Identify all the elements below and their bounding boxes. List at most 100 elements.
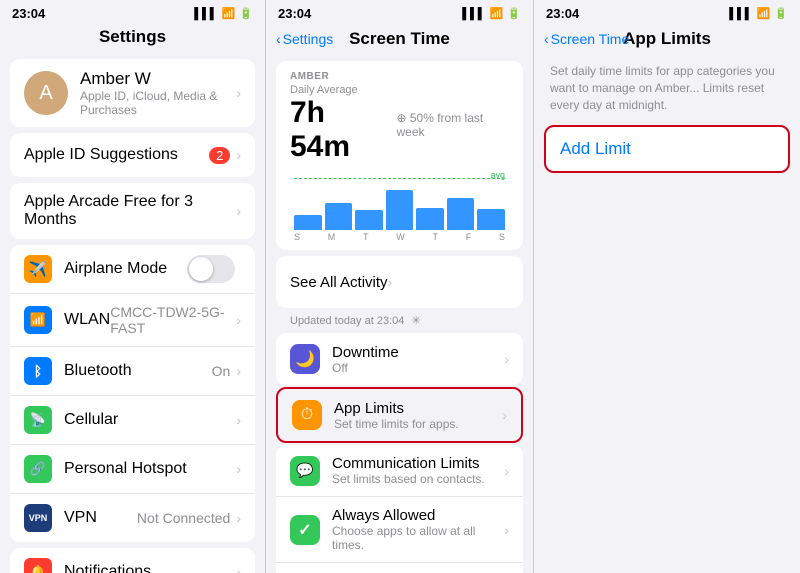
- apple-id-suggestions-label: Apple ID Suggestions: [24, 146, 209, 164]
- middle-panel: 23:04 ▌▌▌ 📶 🔋 ‹ Settings Screen Time AMB…: [266, 0, 534, 573]
- app-limits-chevron: ›: [502, 407, 507, 423]
- vpn-row[interactable]: VPN VPN Not Connected ›: [10, 494, 255, 542]
- app-limits-icon: ⏱: [292, 400, 322, 430]
- mid-battery-icon: 🔋: [507, 7, 521, 20]
- airplane-mode-row[interactable]: ✈️ Airplane Mode: [10, 245, 255, 294]
- chart-bar-t2: [416, 208, 444, 231]
- communication-chevron: ›: [504, 463, 509, 479]
- always-allowed-row[interactable]: ✓ Always Allowed Choose apps to allow at…: [276, 497, 523, 563]
- right-time: 23:04: [546, 6, 579, 21]
- updated-text: Updated today at 23:04: [290, 315, 404, 327]
- avatar: A: [24, 71, 68, 115]
- wlan-icon: 📶: [24, 306, 52, 334]
- back-label: Settings: [283, 31, 334, 47]
- airplane-icon: ✈️: [24, 255, 52, 283]
- downtime-row[interactable]: 🌙 Downtime Off ›: [276, 333, 523, 385]
- wlan-chevron: ›: [236, 312, 241, 328]
- screen-time-summary: AMBER Daily Average 7h 54m ⊕ 50% from la…: [276, 61, 523, 250]
- right-nav-back[interactable]: ‹ Screen Time: [544, 31, 629, 47]
- see-all-section: See All Activity ›: [276, 256, 523, 308]
- updated-spinner-icon: ✳: [411, 315, 420, 327]
- right-nav-title: App Limits: [623, 29, 711, 49]
- communication-limits-row[interactable]: 💬 Communication Limits Set limits based …: [276, 445, 523, 497]
- app-limits-sub: Set time limits for apps.: [334, 417, 502, 431]
- right-status-bar: 23:04 ▌▌▌ 📶 🔋: [534, 0, 800, 25]
- arcade-row[interactable]: Apple Arcade Free for 3 Months ›: [10, 183, 255, 239]
- bluetooth-row[interactable]: ᛒ Bluetooth On ›: [10, 347, 255, 396]
- apple-id-section: Apple ID Suggestions 2 ›: [10, 133, 255, 177]
- arcade-label: Apple Arcade Free for 3 Months: [24, 193, 236, 229]
- big-time: 7h 54m: [290, 96, 388, 164]
- amber-label: AMBER: [290, 71, 509, 82]
- app-limits-row[interactable]: ⏱ App Limits Set time limits for apps. ›: [278, 389, 521, 441]
- communication-title: Communication Limits: [332, 455, 504, 472]
- airplane-label: Airplane Mode: [64, 260, 187, 278]
- mid-signal-icon: ▌▌▌: [462, 8, 485, 20]
- vpn-value: Not Connected: [137, 510, 230, 526]
- battery-icon: 🔋: [239, 7, 253, 20]
- wifi-icon: 📶: [222, 7, 236, 20]
- connectivity-section: ✈️ Airplane Mode 📶 WLAN CMCC-TDW2-5G-FAS…: [10, 245, 255, 542]
- add-limit-button[interactable]: Add Limit: [544, 125, 790, 173]
- downtime-chevron: ›: [504, 351, 509, 367]
- notifications-row[interactable]: 🔔 Notifications ›: [10, 548, 255, 573]
- user-sub: Apple ID, iCloud, Media & Purchases: [80, 89, 236, 117]
- user-chevron: ›: [236, 85, 241, 101]
- arcade-chevron: ›: [236, 203, 241, 219]
- wlan-label: WLAN: [64, 311, 110, 329]
- cellular-label: Cellular: [64, 411, 236, 429]
- chart-label-s2: S: [499, 232, 505, 242]
- right-back-label: Screen Time: [551, 31, 630, 47]
- chart-bar-w: [386, 190, 414, 230]
- always-allowed-sub: Choose apps to allow at all times.: [332, 524, 504, 552]
- always-allowed-icon: ✓: [290, 515, 320, 545]
- vpn-label: VPN: [64, 509, 137, 527]
- chart-label-t1: T: [363, 232, 369, 242]
- apple-id-suggestions-row[interactable]: Apple ID Suggestions 2 ›: [10, 133, 255, 177]
- see-all-label: See All Activity: [290, 274, 388, 291]
- downtime-section: 🌙 Downtime Off ›: [276, 333, 523, 385]
- user-row[interactable]: A Amber W Apple ID, iCloud, Media & Purc…: [10, 59, 255, 127]
- apple-id-badge: 2: [209, 147, 230, 164]
- notifications-icon: 🔔: [24, 558, 52, 573]
- downtime-icon: 🌙: [290, 344, 320, 374]
- left-status-bar: 23:04 ▌▌▌ 📶 🔋: [0, 0, 265, 25]
- content-privacy-row[interactable]: 🔒 Content & Privacy Restrictions Block i…: [276, 563, 523, 573]
- personal-hotspot-row[interactable]: 🔗 Personal Hotspot ›: [10, 445, 255, 494]
- wlan-row[interactable]: 📶 WLAN CMCC-TDW2-5G-FAST ›: [10, 294, 255, 347]
- see-all-row[interactable]: See All Activity ›: [276, 256, 523, 308]
- app-limits-title: App Limits: [334, 400, 502, 417]
- cellular-icon: 📡: [24, 406, 52, 434]
- right-description: Set daily time limits for app categories…: [534, 55, 800, 119]
- always-allowed-text: Always Allowed Choose apps to allow at a…: [332, 507, 504, 552]
- airplane-toggle[interactable]: [187, 255, 235, 283]
- signal-icon: ▌▌▌: [194, 8, 217, 20]
- vpn-icon: VPN: [24, 504, 52, 532]
- communication-icon: 💬: [290, 456, 320, 486]
- cellular-row[interactable]: 📡 Cellular ›: [10, 396, 255, 445]
- chart-bar-t1: [355, 210, 383, 230]
- chart-label-w: W: [396, 232, 405, 242]
- other-limits-section: 💬 Communication Limits Set limits based …: [276, 445, 523, 573]
- chart-bar-f: [447, 198, 475, 231]
- middle-nav-back[interactable]: ‹ Settings: [276, 31, 333, 47]
- downtime-sub: Off: [332, 361, 504, 375]
- notifications-section: 🔔 Notifications › 🔊 Sounds & Haptics › 🌙…: [10, 548, 255, 573]
- left-panel: 23:04 ▌▌▌ 📶 🔋 Settings A Amber W Apple I…: [0, 0, 266, 573]
- bluetooth-value: On: [212, 363, 231, 379]
- chart-label-f: F: [466, 232, 472, 242]
- bluetooth-icon: ᛒ: [24, 357, 52, 385]
- left-panel-title: Settings: [0, 25, 265, 53]
- hotspot-label: Personal Hotspot: [64, 460, 236, 478]
- bluetooth-label: Bluetooth: [64, 362, 212, 380]
- notifications-chevron: ›: [236, 564, 241, 573]
- right-back-chevron-icon: ‹: [544, 31, 549, 47]
- left-status-icons: ▌▌▌ 📶 🔋: [194, 7, 253, 20]
- middle-status-bar: 23:04 ▌▌▌ 📶 🔋: [266, 0, 533, 25]
- right-panel: 23:04 ▌▌▌ 📶 🔋 ‹ Screen Time App Limits S…: [534, 0, 800, 573]
- hotspot-icon: 🔗: [24, 455, 52, 483]
- chart-label-m: M: [328, 232, 336, 242]
- chart-labels: S M T W T F S: [290, 232, 509, 242]
- notifications-label: Notifications: [64, 563, 236, 573]
- usage-chart: avg S M T W: [290, 170, 509, 240]
